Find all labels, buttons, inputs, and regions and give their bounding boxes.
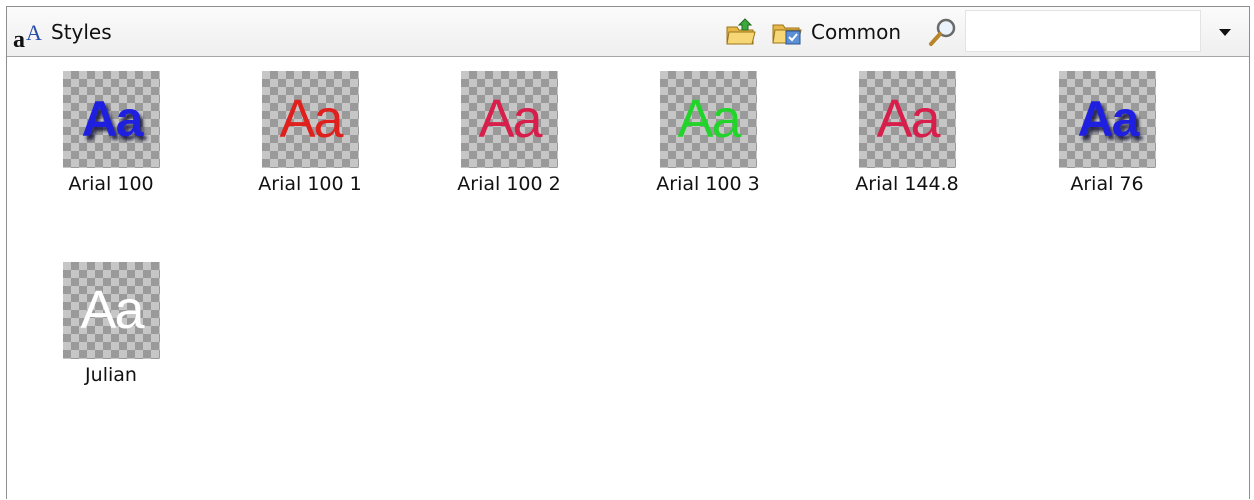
style-preview-thumbnail: Aa	[461, 71, 558, 168]
style-preview-thumbnail: Aa	[859, 71, 956, 168]
style-item-label: Arial 100 2	[457, 173, 561, 195]
style-sample-text: Aa	[876, 89, 940, 149]
search-input[interactable]	[965, 10, 1201, 52]
style-item[interactable]: Aa Arial 144.8	[837, 57, 977, 195]
style-preview-thumbnail: Aa	[660, 71, 757, 168]
style-sample-text: Aa	[81, 91, 144, 147]
style-item[interactable]: Aa Arial 76	[1037, 57, 1177, 195]
panel-title: Styles	[51, 20, 112, 44]
folder-import-icon[interactable]	[725, 17, 757, 47]
style-item[interactable]: Aa Arial 100 3	[638, 57, 778, 195]
style-sample-text: Aa	[279, 89, 343, 149]
svg-text:a: a	[13, 27, 25, 50]
style-item[interactable]: Aa Arial 100 2	[439, 57, 579, 195]
style-preview-thumbnail: Aa	[63, 71, 160, 168]
styles-panel: a A Styles Common Aa Arial 100 Aa Arial 100…	[6, 6, 1250, 499]
style-sample-text: Aa	[677, 89, 741, 149]
style-preview-thumbnail: Aa	[63, 262, 160, 359]
style-item-label: Arial 100	[68, 173, 154, 195]
style-item-label: Julian	[85, 364, 137, 386]
style-sample-text: Aa	[478, 89, 542, 149]
style-item-label: Arial 144.8	[855, 173, 959, 195]
library-selector[interactable]: Common	[811, 20, 901, 44]
style-item-label: Arial 76	[1070, 173, 1144, 195]
magnifier-icon[interactable]	[927, 17, 959, 47]
style-item-label: Arial 100 1	[258, 173, 362, 195]
triangle-down-icon[interactable]	[1213, 21, 1237, 43]
style-item[interactable]: Aa Julian	[41, 248, 181, 386]
style-gallery: Aa Arial 100 Aa Arial 100 1 Aa Arial 100 2 Aa A…	[7, 57, 1249, 500]
style-item[interactable]: Aa Arial 100 1	[240, 57, 380, 195]
svg-text:A: A	[26, 20, 42, 45]
folder-library-icon[interactable]	[771, 17, 803, 47]
style-sample-text: Aa	[80, 280, 144, 340]
style-preview-thumbnail: Aa	[1059, 71, 1156, 168]
style-item[interactable]: Aa Arial 100	[41, 57, 181, 195]
style-preview-thumbnail: Aa	[262, 71, 359, 168]
font-styles-icon: a A	[13, 20, 42, 50]
style-sample-text: Aa	[1077, 91, 1140, 147]
style-item-label: Arial 100 3	[656, 173, 760, 195]
styles-toolbar: a A Styles Common	[7, 7, 1249, 57]
